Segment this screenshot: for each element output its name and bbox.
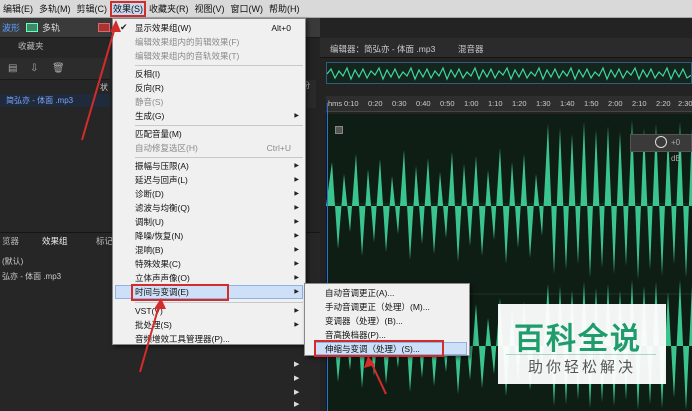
watermark-logo: 百科全说 助你轻松解决 <box>498 304 666 384</box>
logo-sub-text: 助你轻松解决 <box>528 359 637 376</box>
arrow-head-icon <box>110 20 121 32</box>
logo-divider <box>506 354 656 355</box>
annotation-arrow <box>139 301 161 373</box>
arrow-head-icon <box>154 298 166 309</box>
annotation-arrow <box>81 23 117 141</box>
logo-main-text: 百科全说 <box>514 323 642 356</box>
